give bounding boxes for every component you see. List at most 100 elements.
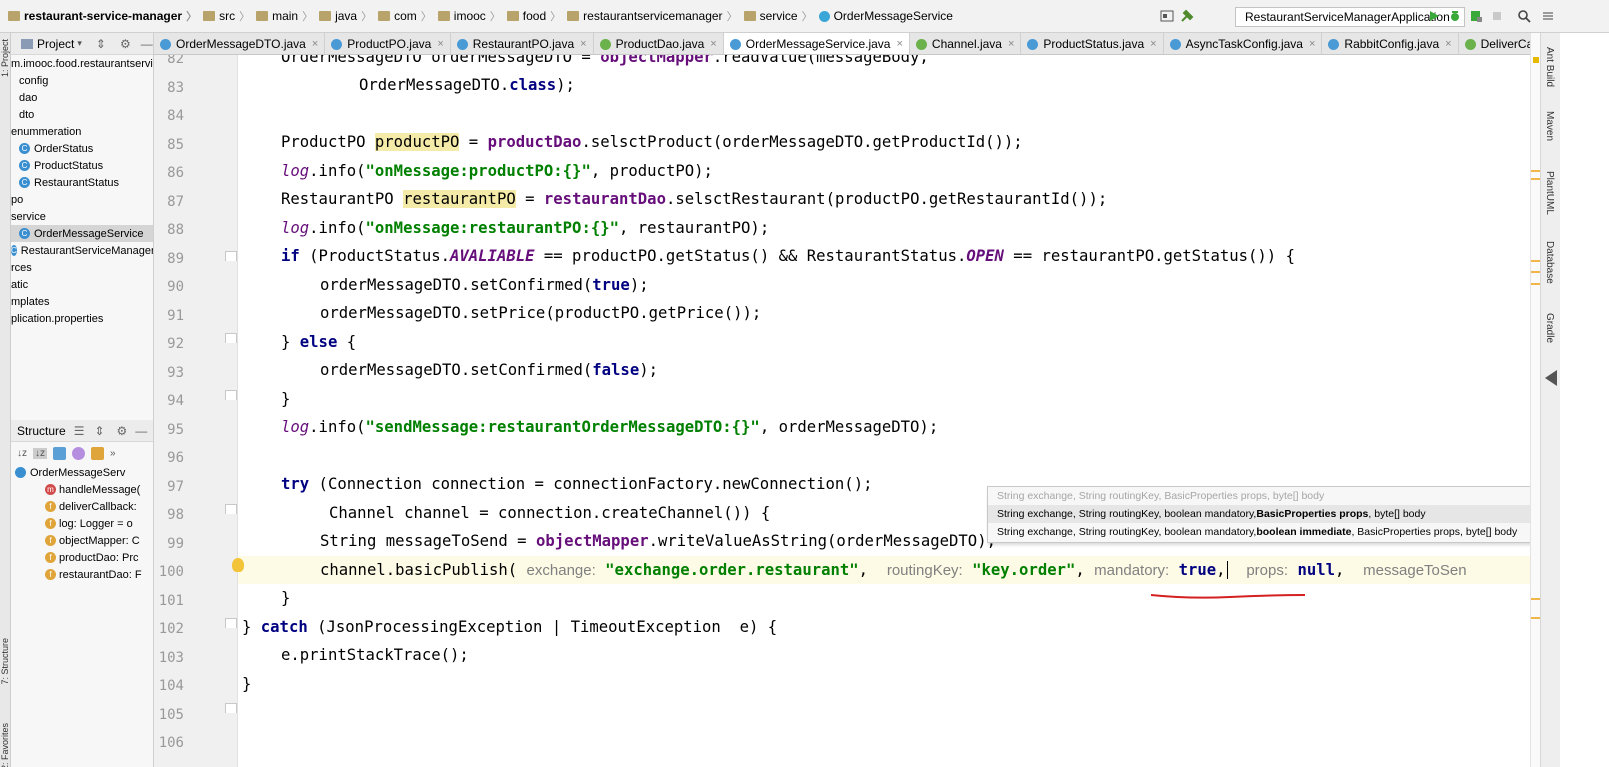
- run-icon[interactable]: [1427, 9, 1441, 23]
- close-icon[interactable]: ×: [437, 38, 443, 50]
- editor-tab[interactable]: ProductPO.java ×: [325, 33, 451, 54]
- plantuml-tool-button[interactable]: PlantUML: [1544, 171, 1555, 215]
- database-tool-button[interactable]: Database: [1544, 241, 1555, 284]
- show-inherited-icon[interactable]: [53, 446, 66, 460]
- close-icon[interactable]: ×: [1150, 38, 1156, 50]
- coverage-icon[interactable]: [1469, 9, 1483, 23]
- error-stripe[interactable]: [1530, 33, 1541, 767]
- tree-item[interactable]: dao: [11, 89, 153, 106]
- structure-item[interactable]: f log: Logger = o: [11, 515, 153, 532]
- structure-item[interactable]: f deliverCallback:: [11, 498, 153, 515]
- breadcrumb-item[interactable]: src 〉: [197, 0, 250, 32]
- sort-visibility-icon[interactable]: ↓z: [33, 447, 47, 459]
- maven-tool-button[interactable]: Maven: [1544, 111, 1555, 141]
- hide-panel-icon[interactable]: —: [135, 424, 147, 438]
- editor-tab[interactable]: RabbitConfig.java ×: [1322, 33, 1459, 54]
- fold-marker[interactable]: [225, 251, 237, 261]
- structure-item[interactable]: f objectMapper: C: [11, 532, 153, 549]
- editor-tab[interactable]: RestaurantPO.java ×: [451, 33, 594, 54]
- editor-tab[interactable]: OrderMessageDTO.java ×: [154, 33, 326, 54]
- collapse-all-icon[interactable]: ⇕: [94, 424, 104, 438]
- editor-tab[interactable]: ProductDao.java ×: [594, 33, 724, 54]
- close-icon[interactable]: ×: [312, 38, 318, 50]
- fold-marker[interactable]: [225, 333, 237, 343]
- tree-item[interactable]: mplates: [11, 293, 153, 310]
- sort-alpha-icon[interactable]: ↓z: [17, 448, 27, 459]
- close-icon[interactable]: ×: [1445, 38, 1451, 50]
- tree-item-label: po: [11, 193, 24, 206]
- signature-row: String exchange, String routingKey, bool…: [988, 523, 1544, 541]
- structure-item[interactable]: f productDao: Prc: [11, 549, 153, 566]
- close-icon[interactable]: ×: [580, 38, 586, 50]
- tree-item[interactable]: C OrderStatus: [11, 140, 153, 157]
- ant-build-tool-button[interactable]: Ant Build: [1544, 47, 1555, 87]
- breadcrumb-item[interactable]: restaurantservicemanager 〉: [561, 0, 738, 32]
- search-icon[interactable]: [1517, 9, 1531, 23]
- structure-item[interactable]: m handleMessage(: [11, 481, 153, 498]
- tree-item[interactable]: rces: [11, 259, 153, 276]
- editor-tab[interactable]: OrderMessageService.java ×: [723, 33, 910, 54]
- breadcrumb-item[interactable]: OrderMessageService: [813, 0, 953, 32]
- tree-item[interactable]: plication.properties: [11, 310, 153, 327]
- gradle-tool-button[interactable]: Gradle: [1544, 313, 1555, 343]
- favorites-tool-button[interactable]: 2: Favorites: [0, 723, 11, 767]
- fold-marker[interactable]: [225, 703, 237, 713]
- tree-item[interactable]: service: [11, 208, 153, 225]
- fold-marker[interactable]: [225, 390, 237, 400]
- breadcrumb-item[interactable]: food 〉: [501, 0, 561, 32]
- tree-item[interactable]: config: [11, 72, 153, 89]
- line-number: 98: [167, 507, 184, 523]
- collapse-all-icon[interactable]: ⇕: [96, 37, 106, 51]
- structure-item[interactable]: OrderMessageServ: [11, 464, 153, 481]
- class-icon: C: [19, 228, 30, 239]
- build-hammer-icon[interactable]: [1180, 9, 1194, 23]
- signature-part: String exchange, String routingKey, bool…: [997, 526, 1257, 538]
- tree-item[interactable]: atic: [11, 276, 153, 293]
- show-fields-icon[interactable]: [91, 446, 104, 460]
- project-structure-icon[interactable]: [1160, 9, 1174, 23]
- breadcrumb-item[interactable]: java 〉: [313, 0, 372, 32]
- hide-panel-icon[interactable]: —: [141, 37, 153, 51]
- tree-item[interactable]: C ProductStatus: [11, 157, 153, 174]
- show-properties-icon[interactable]: [72, 446, 85, 460]
- debug-icon[interactable]: [1448, 9, 1462, 23]
- tree-item[interactable]: po: [11, 191, 153, 208]
- project-view-selector[interactable]: Project: [37, 37, 74, 51]
- close-icon[interactable]: ×: [710, 38, 716, 50]
- editor-tab[interactable]: Channel.java ×: [910, 33, 1022, 54]
- right-tool-buttons: Ant Build Maven PlantUML Database Gradle: [1540, 33, 1560, 767]
- structure-tool-button[interactable]: 7: Structure: [0, 638, 11, 685]
- breadcrumb-item[interactable]: com 〉: [372, 0, 432, 32]
- editor-tab[interactable]: ProductStatus.java ×: [1021, 33, 1164, 54]
- tree-item[interactable]: m.imooc.food.restaurantservi: [11, 55, 153, 72]
- close-icon[interactable]: ×: [1309, 38, 1315, 50]
- sort-icon[interactable]: ☰: [74, 424, 85, 438]
- close-icon[interactable]: ×: [896, 38, 902, 50]
- breadcrumb-item[interactable]: service 〉: [738, 0, 813, 32]
- tree-item[interactable]: C OrderMessageService: [11, 225, 153, 242]
- line-number: 97: [167, 478, 184, 495]
- play-triangle-icon[interactable]: [1543, 368, 1559, 388]
- stop-icon[interactable]: [1490, 9, 1504, 23]
- tree-item[interactable]: C RestaurantServiceManagerA: [11, 242, 153, 259]
- gear-icon[interactable]: ⚙: [120, 37, 131, 51]
- code-editor[interactable]: 82 83 84 85 86 87 88 89 90 91 92 93 94 95 96 97 98 99 100 1…: [154, 55, 1530, 767]
- intention-bulb-icon[interactable]: [232, 558, 244, 572]
- more-icon[interactable]: »: [110, 448, 116, 459]
- tree-item[interactable]: dto: [11, 106, 153, 123]
- project-tool-button[interactable]: 1: Project: [0, 39, 11, 77]
- vcs-icon[interactable]: [1541, 9, 1555, 23]
- tree-item[interactable]: C RestaurantStatus: [11, 174, 153, 191]
- structure-item[interactable]: f restaurantDao: F: [11, 566, 153, 583]
- tree-item-label: OrderStatus: [34, 142, 94, 155]
- tree-item[interactable]: enummeration: [11, 123, 153, 140]
- breadcrumb-item[interactable]: imooc 〉: [432, 0, 501, 32]
- fold-marker[interactable]: [225, 504, 237, 514]
- editor-tab[interactable]: AsyncTaskConfig.java ×: [1164, 33, 1323, 54]
- editor-tab[interactable]: DeliverCallback.java×: [1459, 33, 1530, 54]
- breadcrumb-item[interactable]: restaurant-service-manager 〉: [2, 0, 197, 32]
- fold-marker[interactable]: [225, 618, 237, 628]
- close-icon[interactable]: ×: [1008, 38, 1014, 50]
- gear-icon[interactable]: ⚙: [117, 424, 128, 438]
- breadcrumb-item[interactable]: main 〉: [250, 0, 313, 32]
